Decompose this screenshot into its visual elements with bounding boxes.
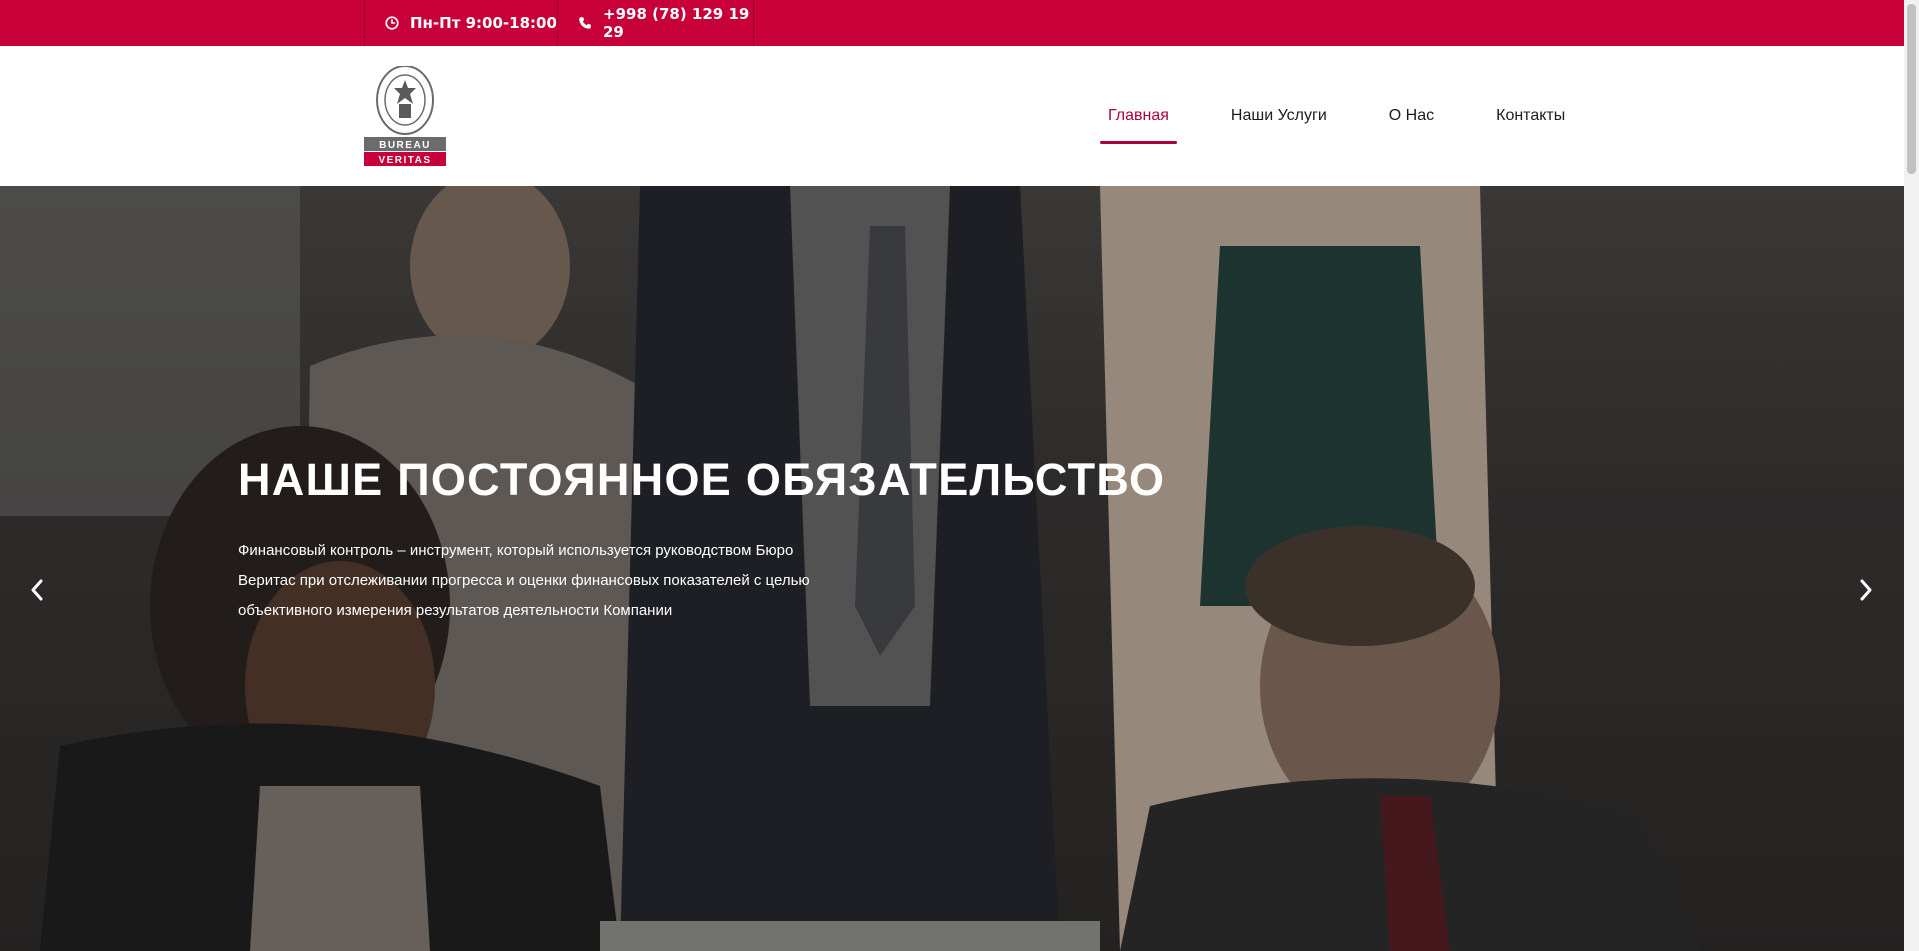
nav-label: Главная [1108, 107, 1169, 124]
working-hours-text: Пн-Пт 9:00-18:00 [410, 14, 557, 32]
nav-item-contacts[interactable]: Контакты [1488, 104, 1573, 128]
phone-number[interactable]: +998 (78) 129 19 29 [557, 0, 754, 46]
working-hours: Пн-Пт 9:00-18:00 [364, 0, 557, 46]
phone-number-text: +998 (78) 129 19 29 [603, 5, 750, 41]
logo-graphic: BUREAU VERITAS [364, 65, 446, 166]
phone-icon [579, 17, 591, 29]
nav-item-about[interactable]: О Нас [1381, 104, 1442, 128]
top-info-bar: Пн-Пт 9:00-18:00 +998 (78) 129 19 29 [0, 0, 1904, 46]
chevron-right-icon [1860, 579, 1872, 601]
bureau-veritas-logo[interactable]: BUREAU VERITAS [364, 65, 446, 166]
hero-slider: НАШЕ ПОСТОЯННОЕ ОБЯЗАТЕЛЬСТВО Финансовый… [0, 186, 1904, 951]
nav-item-services[interactable]: Наши Услуги [1223, 104, 1335, 128]
slider-next-button[interactable] [1851, 570, 1881, 610]
clock-icon [385, 16, 399, 30]
slider-prev-button[interactable] [22, 570, 52, 610]
nav-label: Контакты [1496, 107, 1566, 124]
nav-label: Наши Услуги [1230, 107, 1327, 124]
nav-label: О Нас [1388, 107, 1435, 124]
nav-item-home[interactable]: Главная [1100, 104, 1177, 144]
site-header: BUREAU VERITAS Главная Наши Услуги О Нас… [0, 46, 1904, 186]
main-nav: Главная Наши Услуги О Нас Контакты [1100, 46, 1573, 186]
logo-line1: BUREAU [379, 140, 431, 151]
scrollbar-thumb[interactable] [1907, 4, 1916, 174]
hero-title: НАШЕ ПОСТОЯННОЕ ОБЯЗАТЕЛЬСТВО [238, 454, 1166, 505]
logo-line2: VERITAS [378, 155, 431, 166]
hero-description: Финансовый контроль – инструмент, которы… [238, 542, 810, 619]
page-scrollbar[interactable] [1904, 0, 1919, 951]
chevron-left-icon [31, 579, 43, 601]
